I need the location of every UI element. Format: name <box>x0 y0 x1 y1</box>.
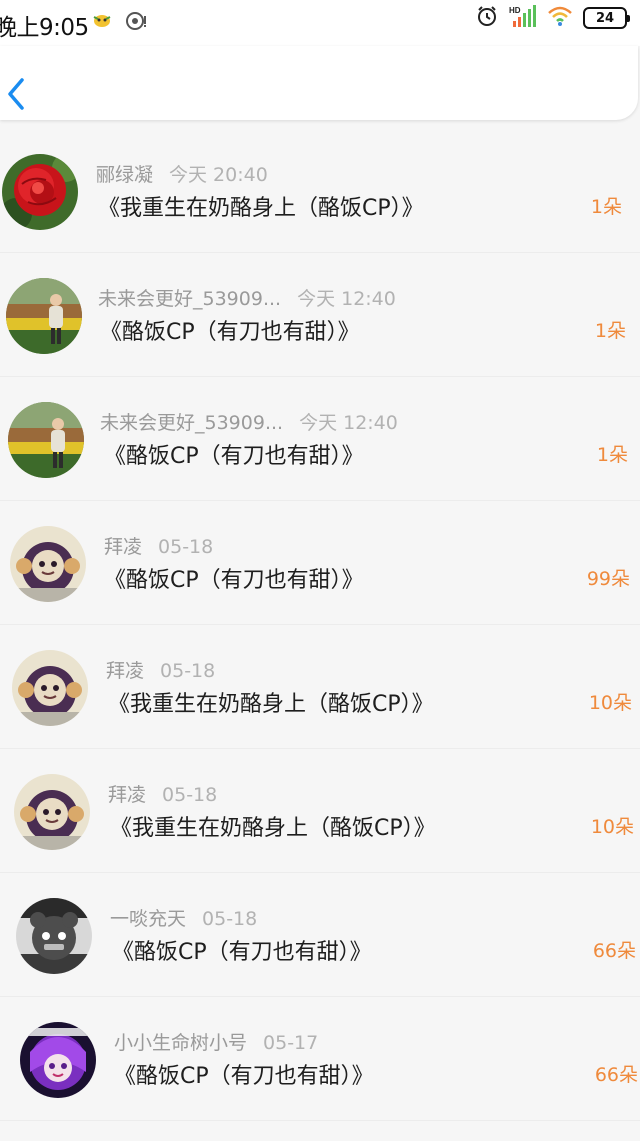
timestamp: 今天 12:40 <box>299 412 398 434</box>
flower-count: 99朵 <box>586 568 630 590</box>
username[interactable]: 小小生命树小号 <box>114 1032 247 1054</box>
work-title[interactable]: 《我重生在奶酪身上（酪饭CP）》 <box>98 190 424 222</box>
list-item[interactable]: 未来会更好_53909... 今天 12:40 《酪饭CP（有刀也有甜）》 1朵 <box>0 378 640 502</box>
item-meta: 拜凌 05-18 <box>106 656 215 683</box>
svg-text:HD: HD <box>509 6 521 15</box>
item-meta: 拜凌 05-18 <box>104 532 213 559</box>
timestamp: 今天 20:40 <box>169 164 268 186</box>
music-notification-icon <box>126 12 148 34</box>
avatar[interactable] <box>2 154 78 230</box>
timestamp: 05-17 <box>263 1032 319 1054</box>
gift-list: 郦绿凝 今天 20:40 《我重生在奶酪身上（酪饭CP）》 1朵 未来会更好_5390… <box>0 130 640 1122</box>
timestamp: 05-18 <box>202 908 258 930</box>
flower-count: 66朵 <box>592 940 636 962</box>
item-meta: 小小生命树小号 05-17 <box>114 1028 318 1055</box>
username[interactable]: 拜凌 <box>108 784 146 806</box>
work-title[interactable]: 《酪饭CP（有刀也有甜）》 <box>112 934 372 966</box>
work-title[interactable]: 《我重生在奶酪身上（酪饭CP）》 <box>108 686 434 718</box>
status-bar: 晚上9:05 HD 24 <box>0 0 640 46</box>
timestamp: 今天 12:40 <box>297 288 396 310</box>
timestamp: 05-18 <box>162 784 218 806</box>
screen: 晚上9:05 HD 24 郦绿凝 今天 20:40 《我重生在奶酪身上（酪饭CP… <box>0 0 640 1141</box>
wifi-icon <box>547 5 573 31</box>
nav-bar <box>0 46 638 120</box>
list-item[interactable]: 拜凌 05-18 《酪饭CP（有刀也有甜）》 99朵 <box>0 502 640 626</box>
alarm-icon <box>475 4 499 32</box>
username[interactable]: 拜凌 <box>106 660 144 682</box>
flower-count: 1朵 <box>594 320 626 342</box>
item-meta: 拜凌 05-18 <box>108 780 217 807</box>
username[interactable]: 未来会更好_53909... <box>98 288 281 310</box>
username[interactable]: 拜凌 <box>104 536 142 558</box>
username[interactable]: 一啖充天 <box>110 908 186 930</box>
item-meta: 未来会更好_53909... 今天 12:40 <box>100 408 398 435</box>
chevron-left-icon <box>8 78 24 110</box>
battery-level: 24 <box>583 7 627 29</box>
avatar[interactable] <box>12 650 88 726</box>
work-title[interactable]: 《酪饭CP（有刀也有甜）》 <box>100 314 360 346</box>
status-left-icons <box>92 12 148 34</box>
work-title[interactable]: 《酪饭CP（有刀也有甜）》 <box>104 438 364 470</box>
item-meta: 郦绿凝 今天 20:40 <box>96 160 268 187</box>
signal-hd-icon: HD <box>509 5 537 31</box>
list-item[interactable]: 一啖充天 05-18 《酪饭CP（有刀也有甜）》 66朵 <box>0 874 640 998</box>
work-title[interactable]: 《酪饭CP（有刀也有甜）》 <box>114 1058 374 1090</box>
item-meta: 一啖充天 05-18 <box>110 904 257 931</box>
list-item[interactable]: 拜凌 05-18 《我重生在奶酪身上（酪饭CP）》 10朵 <box>0 750 640 874</box>
flower-count: 66朵 <box>594 1064 638 1086</box>
username[interactable]: 郦绿凝 <box>96 164 153 186</box>
list-item[interactable]: 郦绿凝 今天 20:40 《我重生在奶酪身上（酪饭CP）》 1朵 <box>0 130 640 254</box>
work-title[interactable]: 《我重生在奶酪身上（酪饭CP）》 <box>110 810 436 842</box>
avatar[interactable] <box>16 898 92 974</box>
avatar[interactable] <box>6 278 82 354</box>
timestamp: 05-18 <box>158 536 214 558</box>
emoji-notification-icon <box>92 13 112 33</box>
timestamp: 05-18 <box>160 660 216 682</box>
flower-count: 1朵 <box>590 196 622 218</box>
battery-icon: 24 <box>583 7 630 29</box>
list-item[interactable]: 拜凌 05-18 《我重生在奶酪身上（酪饭CP）》 10朵 <box>0 626 640 750</box>
item-meta: 未来会更好_53909... 今天 12:40 <box>98 284 396 311</box>
flower-count: 10朵 <box>588 692 632 714</box>
status-right-icons: HD 24 <box>475 4 630 32</box>
avatar[interactable] <box>10 526 86 602</box>
status-time: 晚上9:05 <box>0 15 89 41</box>
back-button[interactable] <box>2 76 28 112</box>
list-item[interactable]: 未来会更好_53909... 今天 12:40 《酪饭CP（有刀也有甜）》 1朵 <box>0 254 640 378</box>
avatar[interactable] <box>14 774 90 850</box>
avatar[interactable] <box>8 402 84 478</box>
flower-count: 10朵 <box>590 816 634 838</box>
work-title[interactable]: 《酪饭CP（有刀也有甜）》 <box>104 562 364 594</box>
username[interactable]: 未来会更好_53909... <box>100 412 283 434</box>
avatar[interactable] <box>20 1022 96 1098</box>
battery-tip <box>627 14 630 22</box>
list-item[interactable]: 小小生命树小号 05-17 《酪饭CP（有刀也有甜）》 66朵 <box>0 998 640 1122</box>
flower-count: 1朵 <box>596 444 628 466</box>
